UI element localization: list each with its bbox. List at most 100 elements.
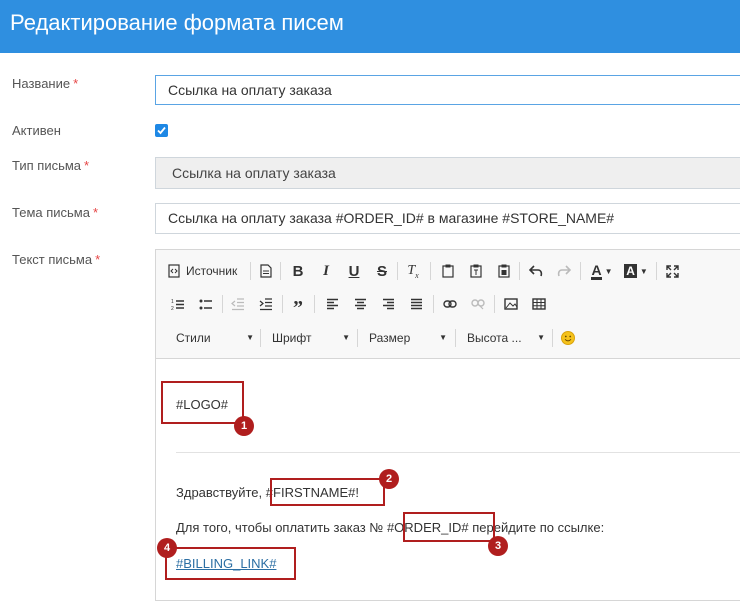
body-label-text: Текст письма [12,252,93,267]
numbered-list-icon: 12 [171,299,184,311]
toolbar-divider [430,262,431,280]
paste-button[interactable] [438,260,458,282]
align-center-icon [354,298,366,310]
toolbar-divider [397,262,398,280]
paste-text-button[interactable] [466,260,486,282]
size-label: Размер [369,331,411,345]
bulleted-list-button[interactable] [196,293,216,315]
svg-text:1: 1 [171,299,174,305]
required-mark: * [73,76,79,91]
source-label: Источник [186,264,238,278]
link-button[interactable] [440,293,460,315]
line-height-label: Высота ... [467,331,522,345]
horizontal-rule [176,452,740,453]
remove-format-button[interactable]: Tx [402,260,424,282]
outdent-button[interactable] [228,293,248,315]
background-color-button[interactable]: A ▼ [622,260,650,282]
indent-icon [259,297,272,310]
callout-badge-1: 1 [234,416,254,436]
font-label: Шрифт [272,331,312,345]
strikethrough-button[interactable]: S [372,260,392,282]
payment-text-before: Для того, чтобы оплатить заказ № [176,520,384,535]
toolbar-divider [222,295,223,313]
underline-button[interactable]: U [344,260,364,282]
image-icon [504,298,518,310]
align-right-button[interactable] [378,293,398,315]
align-justify-button[interactable] [406,293,426,315]
editor-toolbar: Источник B I U S Tx A ▼ A ▼ 1 2 ” Стили … [156,250,740,359]
blockquote-button[interactable]: ” [288,293,308,319]
align-right-icon [382,298,394,310]
maximize-button[interactable] [662,260,682,282]
toolbar-divider [314,295,315,313]
active-label: Активен [12,123,61,138]
svg-text:2: 2 [171,306,174,311]
greeting-text: Здравствуйте, [176,485,263,500]
callout-badge-2: 2 [379,469,399,489]
emoji-button[interactable] [558,327,578,349]
maximize-icon [665,264,679,278]
toolbar-divider [519,262,520,280]
body-label: Текст письма * [12,252,100,267]
chevron-down-icon: ▼ [537,333,545,342]
subject-label-text: Тема письма [12,205,90,220]
subject-input[interactable]: Ссылка на оплату заказа #ORDER_ID# в маг… [155,203,740,234]
active-checkbox[interactable] [155,124,168,137]
indent-button[interactable] [256,293,276,315]
callout-badge-4: 4 [157,538,177,558]
subject-label: Тема письма * [12,205,98,220]
undo-button[interactable] [526,260,546,282]
page-header: Редактирование формата писем [0,0,740,53]
check-icon [157,126,166,135]
text-color-icon: A [591,261,602,280]
table-button[interactable] [529,293,549,315]
size-dropdown[interactable]: Размер ▼ [367,327,451,349]
line-height-dropdown[interactable]: Высота ... ▼ [465,327,549,349]
callout-box-logo [161,381,244,424]
align-left-icon [326,298,338,310]
redo-button[interactable] [554,260,574,282]
chevron-down-icon: ▼ [439,333,447,342]
unlink-icon [471,299,485,310]
page-title: Редактирование формата писем [10,10,344,35]
required-mark: * [95,252,101,267]
toolbar-divider [433,295,434,313]
name-input[interactable]: Ссылка на оплату заказа [155,75,740,105]
align-left-button[interactable] [322,293,342,315]
paste-word-icon [498,264,510,278]
bold-button[interactable]: B [288,260,308,282]
align-center-button[interactable] [350,293,370,315]
underline-icon: U [348,262,360,280]
numbered-list-button[interactable]: 12 [168,293,188,315]
toolbar-divider [656,262,657,280]
toolbar-divider [250,262,251,280]
toolbar-divider [282,295,283,313]
chevron-down-icon: ▼ [342,333,350,342]
quote-icon: ” [293,297,303,319]
toolbar-divider [280,262,281,280]
undo-icon [529,265,543,277]
type-field: Ссылка на оплату заказа [155,157,740,189]
required-mark: * [92,205,99,220]
italic-icon: I [323,262,329,279]
redo-icon [557,265,571,277]
chevron-down-icon: ▼ [246,333,254,342]
link-icon [443,300,457,308]
callout-box-order-id [403,512,495,542]
paste-word-button[interactable] [494,260,514,282]
chevron-down-icon: ▼ [639,266,648,276]
italic-button[interactable]: I [316,260,336,282]
image-button[interactable] [501,293,521,315]
text-color-button[interactable]: A ▼ [588,260,616,282]
type-label-text: Тип письма [12,158,82,173]
bold-icon: B [292,262,304,280]
strikethrough-icon: S [376,262,387,280]
clipboard-icon [442,264,454,278]
templates-button[interactable] [256,260,276,282]
unlink-button[interactable] [468,293,488,315]
name-label-text: Название [12,76,71,91]
font-dropdown[interactable]: Шрифт ▼ [270,327,354,349]
type-label: Тип письма * [12,158,89,173]
source-button[interactable]: Источник [168,260,246,282]
styles-dropdown[interactable]: Стили ▼ [174,327,258,349]
